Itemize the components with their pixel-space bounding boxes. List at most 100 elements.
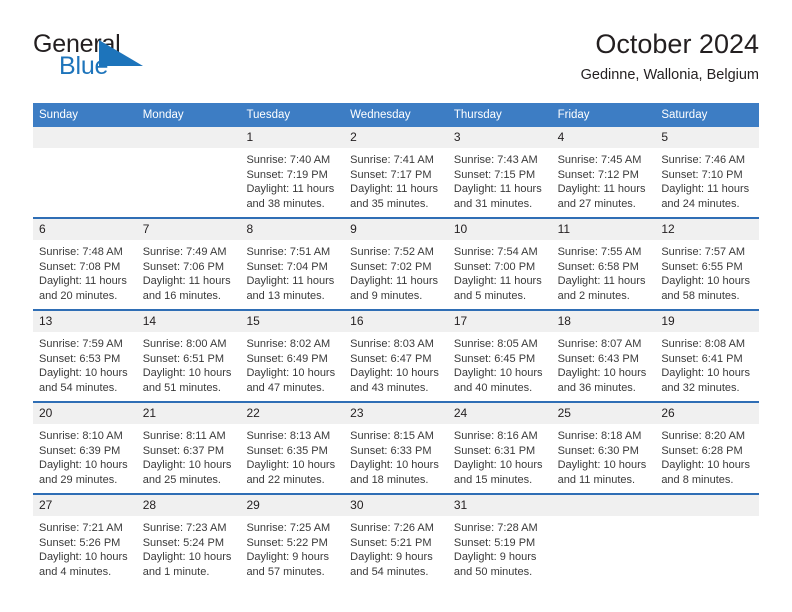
calendar-day-cell[interactable]: 11 Sunrise: 7:55 AM Sunset: 6:58 PM Dayligh…	[551, 219, 656, 309]
sunset-text: Sunset: 6:39 PM	[39, 444, 121, 457]
calendar-day-cell[interactable]: 25 Sunrise: 8:18 AM Sunset: 6:30 PM Dayligh…	[551, 403, 656, 493]
sunrise-text: Sunrise: 7:51 AM	[246, 246, 331, 258]
daylight-text-line1: Daylight: 10 hours	[39, 459, 128, 472]
day-number: 17	[447, 311, 552, 332]
daylight-text-line1: Daylight: 9 hours	[453, 551, 537, 564]
day-number: 22	[240, 403, 345, 424]
calendar-day-cell[interactable]: 31 Sunrise: 7:28 AM Sunset: 5:19 PM Dayligh…	[447, 495, 552, 585]
daylight-text-line1: Daylight: 10 hours	[246, 367, 336, 380]
daylight-text-line2: and 32 minutes.	[661, 381, 740, 394]
calendar-day-cell[interactable]: 6 Sunrise: 7:48 AM Sunset: 7:08 PM Daylight…	[33, 219, 137, 309]
day-number: 8	[240, 219, 345, 240]
day-number: 18	[551, 311, 656, 332]
day-details: Sunrise: 7:51 AM Sunset: 7:04 PM Daylight:…	[240, 240, 344, 303]
calendar-week-row: 6 Sunrise: 7:48 AM Sunset: 7:08 PM Daylight…	[33, 217, 760, 309]
daylight-text-line2: and 54 minutes.	[350, 565, 429, 578]
calendar-day-cell[interactable]: 8 Sunrise: 7:51 AM Sunset: 7:04 PM Daylight…	[240, 219, 345, 309]
sunrise-text: Sunrise: 8:00 AM	[142, 338, 227, 350]
calendar-day-cell[interactable]: 28 Sunrise: 7:23 AM Sunset: 5:24 PM Dayligh…	[136, 495, 241, 585]
daylight-text-line2: and 16 minutes.	[142, 289, 221, 302]
day-details: Sunrise: 8:13 AM Sunset: 6:35 PM Daylight:…	[240, 424, 344, 487]
sunset-text: Sunset: 6:35 PM	[246, 444, 328, 457]
sunset-text: Sunset: 6:43 PM	[557, 352, 639, 365]
sunrise-text: Sunrise: 7:28 AM	[453, 522, 538, 534]
sunrise-text: Sunrise: 8:15 AM	[350, 430, 434, 442]
calendar-day-cell[interactable]: 10 Sunrise: 7:54 AM Sunset: 7:00 PM Dayligh…	[447, 219, 552, 309]
daylight-text-line1: Daylight: 10 hours	[557, 459, 647, 472]
day-number: 15	[240, 311, 345, 332]
day-details: Sunrise: 8:11 AM Sunset: 6:37 PM Daylight:…	[137, 424, 241, 487]
day-number: 9	[344, 219, 448, 240]
calendar-day-cell[interactable]: 20 Sunrise: 8:10 AM Sunset: 6:39 PM Dayligh…	[33, 403, 137, 493]
calendar-day-cell[interactable]: 14 Sunrise: 8:00 AM Sunset: 6:51 PM Dayligh…	[136, 311, 241, 401]
day-number: 26	[655, 403, 760, 424]
daylight-text-line1: Daylight: 10 hours	[39, 367, 128, 380]
sunset-text: Sunset: 6:28 PM	[661, 444, 743, 457]
daylight-text-line2: and 50 minutes.	[453, 565, 533, 578]
calendar-day-cell[interactable]: 16 Sunrise: 8:03 AM Sunset: 6:47 PM Dayligh…	[344, 311, 448, 401]
calendar-day-cell[interactable]: 19 Sunrise: 8:08 AM Sunset: 6:41 PM Dayligh…	[655, 311, 760, 401]
calendar-day-cell[interactable]: 1 Sunrise: 7:40 AM Sunset: 7:19 PM Daylight…	[240, 127, 345, 217]
calendar-week-row: 27 Sunrise: 7:21 AM Sunset: 5:26 PM Dayligh…	[33, 493, 760, 585]
calendar-day-cell[interactable]: 30 Sunrise: 7:26 AM Sunset: 5:21 PM Dayligh…	[344, 495, 448, 585]
calendar-day-cell-empty	[655, 495, 760, 585]
calendar-day-cell[interactable]: 17 Sunrise: 8:05 AM Sunset: 6:45 PM Dayligh…	[447, 311, 552, 401]
daylight-text-line1: Daylight: 9 hours	[246, 551, 329, 564]
daylight-text-line1: Daylight: 10 hours	[246, 459, 336, 472]
calendar-day-cell[interactable]: 18 Sunrise: 8:07 AM Sunset: 6:43 PM Dayligh…	[551, 311, 656, 401]
daylight-text-line1: Daylight: 10 hours	[350, 367, 439, 380]
sunrise-text: Sunrise: 7:23 AM	[142, 522, 227, 534]
weekday-header-monday: Monday	[142, 109, 184, 121]
weekday-header-thursday: Thursday	[453, 109, 502, 121]
daylight-text-line1: Daylight: 10 hours	[39, 551, 128, 564]
day-number: 21	[136, 403, 241, 424]
sunrise-text: Sunrise: 8:10 AM	[39, 430, 123, 442]
calendar-day-cell[interactable]: 9 Sunrise: 7:52 AM Sunset: 7:02 PM Daylight…	[344, 219, 448, 309]
day-details: Sunrise: 8:20 AM Sunset: 6:28 PM Daylight:…	[655, 424, 759, 487]
calendar-day-cell[interactable]: 2 Sunrise: 7:41 AM Sunset: 7:17 PM Daylight…	[344, 127, 448, 217]
calendar-day-cell[interactable]: 29 Sunrise: 7:25 AM Sunset: 5:22 PM Dayligh…	[240, 495, 345, 585]
day-details: Sunrise: 8:00 AM Sunset: 6:51 PM Daylight:…	[137, 332, 241, 395]
day-number	[655, 495, 760, 516]
daylight-text-line2: and 8 minutes.	[661, 473, 734, 486]
calendar-day-cell[interactable]: 5 Sunrise: 7:46 AM Sunset: 7:10 PM Daylight…	[655, 127, 760, 217]
calendar-day-cell[interactable]: 15 Sunrise: 8:02 AM Sunset: 6:49 PM Dayligh…	[240, 311, 345, 401]
day-details: Sunrise: 7:40 AM Sunset: 7:19 PM Daylight:…	[240, 148, 344, 211]
day-details: Sunrise: 7:48 AM Sunset: 7:08 PM Daylight:…	[33, 240, 137, 303]
sunrise-text: Sunrise: 7:52 AM	[350, 246, 434, 258]
sunset-text: Sunset: 6:49 PM	[246, 352, 328, 365]
calendar-day-cell[interactable]: 12 Sunrise: 7:57 AM Sunset: 6:55 PM Dayligh…	[655, 219, 760, 309]
sunrise-text: Sunrise: 7:41 AM	[350, 154, 434, 166]
daylight-text-line2: and 20 minutes.	[39, 289, 118, 302]
calendar-day-cell[interactable]: 4 Sunrise: 7:45 AM Sunset: 7:12 PM Daylight…	[551, 127, 656, 217]
day-number: 20	[33, 403, 137, 424]
calendar-day-cell[interactable]: 7 Sunrise: 7:49 AM Sunset: 7:06 PM Daylight…	[136, 219, 241, 309]
daylight-text-line1: Daylight: 11 hours	[39, 275, 127, 288]
day-number: 2	[344, 127, 448, 148]
sunset-text: Sunset: 6:37 PM	[142, 444, 225, 457]
daylight-text-line2: and 18 minutes.	[350, 473, 429, 486]
general-blue-logo[interactable]: General Blue	[33, 32, 263, 92]
daylight-text-line1: Daylight: 11 hours	[557, 275, 646, 288]
daylight-text-line2: and 2 minutes.	[557, 289, 630, 302]
day-number: 28	[136, 495, 241, 516]
calendar-day-cell[interactable]: 3 Sunrise: 7:43 AM Sunset: 7:15 PM Daylight…	[447, 127, 552, 217]
day-details: Sunrise: 7:23 AM Sunset: 5:24 PM Daylight:…	[137, 516, 241, 579]
calendar-day-cell[interactable]: 27 Sunrise: 7:21 AM Sunset: 5:26 PM Dayligh…	[33, 495, 137, 585]
daylight-text-line2: and 47 minutes.	[246, 381, 325, 394]
calendar-day-cell[interactable]: 23 Sunrise: 8:15 AM Sunset: 6:33 PM Dayligh…	[344, 403, 448, 493]
calendar-day-cell[interactable]: 21 Sunrise: 8:11 AM Sunset: 6:37 PM Dayligh…	[136, 403, 241, 493]
calendar-day-cell[interactable]: 26 Sunrise: 8:20 AM Sunset: 6:28 PM Dayligh…	[655, 403, 760, 493]
calendar-day-cell[interactable]: 13 Sunrise: 7:59 AM Sunset: 6:53 PM Dayligh…	[33, 311, 137, 401]
day-details: Sunrise: 7:46 AM Sunset: 7:10 PM Daylight:…	[655, 148, 759, 211]
daylight-text-line1: Daylight: 10 hours	[661, 367, 750, 380]
masthead: General Blue October 2024 Gedinne, Wallo…	[33, 28, 759, 96]
weekday-header-tuesday: Tuesday	[246, 109, 291, 121]
sunrise-text: Sunrise: 7:57 AM	[661, 246, 746, 258]
daylight-text-line1: Daylight: 11 hours	[246, 275, 335, 288]
day-number: 31	[447, 495, 552, 516]
calendar-day-cell[interactable]: 24 Sunrise: 8:16 AM Sunset: 6:31 PM Dayligh…	[447, 403, 552, 493]
daylight-text-line2: and 51 minutes.	[142, 381, 221, 394]
sunrise-text: Sunrise: 7:21 AM	[39, 522, 123, 534]
calendar-day-cell[interactable]: 22 Sunrise: 8:13 AM Sunset: 6:35 PM Dayligh…	[240, 403, 345, 493]
